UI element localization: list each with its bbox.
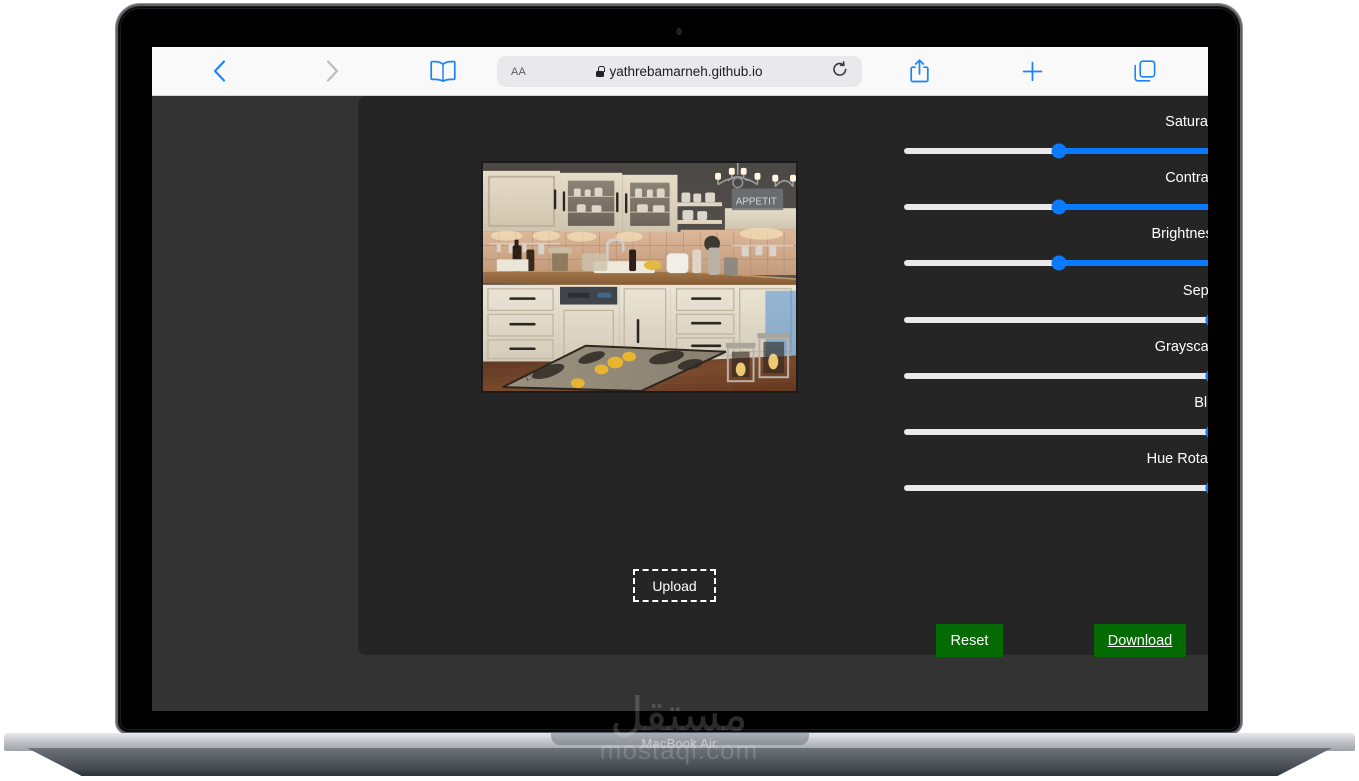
laptop-base-body (27, 748, 1332, 776)
kitchen-preview-image: APPETIT L'olive (481, 161, 798, 393)
url-display: yathrebamarneh.github.io (497, 64, 862, 79)
slider-label-blur: Blur (1194, 394, 1208, 411)
action-buttons: Reset Download (904, 624, 1208, 657)
reload-icon (833, 61, 847, 76)
reload-button[interactable] (832, 61, 848, 82)
slider-thumb[interactable] (1205, 368, 1208, 384)
slider-thumb[interactable] (1051, 199, 1067, 215)
new-tab-button[interactable] (1015, 55, 1049, 87)
slider-label-sepia: Sepia (1182, 282, 1208, 299)
slider-brightness[interactable] (904, 255, 1208, 271)
slider-label-saturate: Saturate (1165, 114, 1208, 130)
slider-thumb[interactable] (1051, 143, 1067, 159)
laptop-screen: AA yathrebamarneh.github.io APPETIT L'ol… (152, 47, 1208, 711)
slider-label-hue-rotate: Hue Rotate (1146, 451, 1208, 468)
slider-label-contrast: Contrast (1165, 170, 1208, 187)
slider-label-brightness: Brightness (1151, 226, 1208, 243)
download-button-label: Download (1107, 632, 1173, 649)
laptop-lid: AA yathrebamarneh.github.io APPETIT L'ol… (118, 6, 1240, 764)
lock-icon (596, 66, 605, 77)
slider-hue-rotate[interactable] (904, 480, 1208, 496)
camera-dot-icon (676, 28, 682, 35)
slider-row-hue-rotate: Hue Rotate (904, 450, 1208, 496)
share-icon (909, 59, 929, 83)
slider-fill (1058, 204, 1208, 211)
slider-contrast[interactable] (904, 199, 1208, 215)
controls-column: Saturate Contrast Brightness Sepia Grayscale… (904, 96, 1208, 657)
browser-toolbar: AA yathrebamarneh.github.io (152, 47, 1208, 96)
chevron-right-icon (326, 60, 338, 82)
address-bar[interactable]: AA yathrebamarneh.github.io (497, 56, 862, 87)
slider-thumb[interactable] (1205, 424, 1208, 440)
web-page: APPETIT L'olive Upload Satura Contra Bri… (152, 96, 1208, 711)
slider-sepia[interactable] (904, 312, 1208, 328)
slider-row-sepia: Sepia (904, 282, 1208, 328)
slider-thumb[interactable] (1205, 480, 1208, 496)
upload-button-label: Upload (652, 577, 697, 594)
upload-button[interactable]: Upload (633, 569, 716, 602)
screenshot-stage: AA yathrebamarneh.github.io APPETIT L'ol… (0, 0, 1359, 781)
slider-label-grayscale: Grayscale (1154, 338, 1208, 355)
plus-icon (1022, 61, 1042, 81)
slider-blur[interactable] (904, 424, 1208, 440)
reset-button[interactable]: Reset (936, 624, 1003, 657)
kitchen-illustration: APPETIT L'olive (483, 163, 796, 391)
slider-thumb[interactable] (1051, 255, 1067, 271)
tabs-overview-button[interactable] (1128, 56, 1162, 86)
slider-row-brightness: Brightness (904, 225, 1208, 271)
bookmarks-button[interactable] (426, 56, 460, 86)
chevron-left-icon (213, 60, 225, 82)
slider-row-blur: Blur (904, 394, 1208, 440)
slider-thumb[interactable] (1205, 312, 1208, 328)
book-icon (430, 60, 456, 82)
filter-slider-group: Saturate Contrast Brightness Sepia Grayscale… (904, 113, 1208, 506)
macbook-model-label: MacBook Air (641, 736, 717, 751)
editor-panel: APPETIT L'olive Upload Satura Contra Bri… (358, 96, 1208, 657)
slider-fill (1058, 260, 1208, 267)
slider-grayscale[interactable] (904, 368, 1208, 384)
slider-row-contrast: Contrast (904, 169, 1208, 215)
share-button[interactable] (902, 55, 936, 87)
tabs-overview-icon (1134, 60, 1156, 82)
slider-fill (1058, 148, 1208, 154)
slider-row-grayscale: Grayscale (904, 338, 1208, 384)
slider-row-saturate: Saturate (904, 113, 1208, 159)
forward-button[interactable] (315, 55, 349, 87)
back-button[interactable] (202, 55, 236, 87)
preview-image-content: APPETIT L'olive (483, 163, 796, 391)
svg-text:APPETIT: APPETIT (736, 196, 777, 207)
reset-button-label: Reset (950, 632, 989, 649)
preview-column: APPETIT L'olive Upload (358, 96, 904, 655)
slider-saturate[interactable] (904, 143, 1208, 159)
download-button[interactable]: Download (1094, 624, 1186, 657)
url-text: yathrebamarneh.github.io (609, 64, 763, 79)
